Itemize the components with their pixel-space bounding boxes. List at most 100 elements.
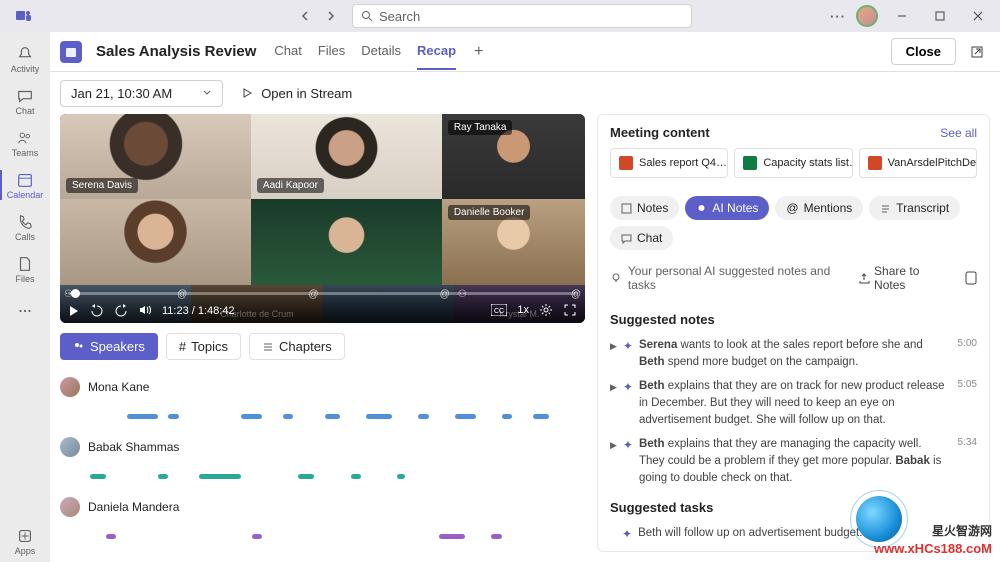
seek-bar[interactable] — [68, 292, 577, 295]
more-button[interactable]: ··· — [830, 9, 846, 24]
speaker-row[interactable]: Mona Kane — [60, 372, 585, 402]
speakers-pill[interactable]: Speakers — [60, 333, 158, 360]
bulb-icon: ✦ — [623, 437, 633, 454]
fullscreen-button[interactable] — [563, 303, 577, 317]
chapters-pill[interactable]: Chapters — [249, 333, 345, 360]
app-rail: Activity Chat Teams Calendar Calls Files… — [0, 32, 50, 562]
transcript-tab[interactable]: Transcript — [869, 196, 960, 220]
avatar — [60, 377, 80, 397]
rail-files[interactable]: Files — [0, 248, 50, 290]
timestamp: 5:05 — [958, 378, 977, 393]
skip-forward-button[interactable] — [114, 303, 128, 317]
speaker-row[interactable]: Babak Shammas — [60, 432, 585, 462]
tab-recap[interactable]: Recap — [417, 33, 456, 70]
file-card[interactable]: VanArsdelPitchDe… — [859, 148, 977, 178]
nav-back-button[interactable] — [294, 5, 316, 27]
notes-tab[interactable]: Notes — [610, 196, 679, 220]
speaker-row[interactable]: Daniela Mandera — [60, 492, 585, 522]
stream-icon — [241, 86, 255, 100]
list-icon — [262, 341, 274, 353]
participant-tile: Serena Davis — [60, 114, 251, 199]
date-selector[interactable]: Jan 21, 10:30 AM — [60, 80, 223, 107]
share-to-notes-link[interactable]: Share to Notes — [859, 264, 953, 292]
at-icon: @ — [786, 201, 798, 215]
bulb-icon — [610, 272, 622, 284]
ellipsis-icon — [16, 302, 34, 320]
expand-icon[interactable]: ▶ — [610, 439, 617, 452]
page-title: Sales Analysis Review — [96, 43, 256, 60]
suggested-notes-heading: Suggested notes — [610, 312, 977, 327]
tab-files[interactable]: Files — [318, 33, 345, 70]
window-minimize-button[interactable] — [888, 2, 916, 30]
video-controls: 11:23 / 1:48:42 CC 1x — [60, 283, 585, 323]
avatar — [60, 437, 80, 457]
rail-calls[interactable]: Calls — [0, 206, 50, 248]
speaker-timeline[interactable] — [64, 474, 585, 480]
bulb-icon: ✦ — [622, 526, 632, 543]
powerpoint-icon — [868, 156, 882, 170]
window-close-button[interactable] — [964, 2, 992, 30]
topics-pill[interactable]: #Topics — [166, 333, 241, 360]
add-tab-button[interactable]: + — [470, 43, 487, 61]
speaker-timeline[interactable] — [64, 534, 585, 540]
volume-button[interactable] — [138, 303, 152, 317]
video-time: 11:23 / 1:48:42 — [162, 305, 235, 317]
nav-forward-button[interactable] — [320, 5, 342, 27]
task-item[interactable]: ✦ Beth will follow up on advertisement b… — [610, 521, 977, 547]
rail-more[interactable] — [0, 290, 50, 332]
search-icon — [361, 10, 373, 22]
rail-chat[interactable]: Chat — [0, 80, 50, 122]
play-button[interactable] — [68, 305, 80, 317]
bulb-icon: ✦ — [623, 338, 633, 355]
task-item[interactable]: ✦ Jon Shammas will doublerelease of the … — [610, 548, 977, 551]
speaker-name: Babak Shammas — [88, 440, 179, 454]
ai-notes-tab[interactable]: AI Notes — [685, 196, 769, 220]
file-card[interactable]: Sales report Q4… — [610, 148, 728, 178]
expand-icon[interactable]: ▶ — [610, 340, 617, 353]
excel-icon — [743, 156, 757, 170]
meeting-video[interactable]: Serena Davis Aadi Kapoor Ray Tanaka Dani… — [60, 114, 585, 323]
open-in-stream-link[interactable]: Open in Stream — [233, 81, 360, 106]
speaker-timeline[interactable] — [64, 414, 585, 420]
tab-chat[interactable]: Chat — [274, 33, 301, 70]
rail-activity[interactable]: Activity — [0, 38, 50, 80]
note-icon — [621, 203, 632, 214]
see-all-link[interactable]: See all — [940, 126, 977, 140]
rail-calendar[interactable]: Calendar — [0, 164, 50, 206]
close-button[interactable]: Close — [891, 38, 956, 65]
search-placeholder: Search — [379, 9, 420, 24]
mentions-tab[interactable]: @Mentions — [775, 196, 863, 220]
skip-back-button[interactable] — [90, 303, 104, 317]
participant-tile: Danielle Booker — [442, 199, 585, 284]
participant-tile — [251, 199, 442, 284]
ai-notes-hint: Your personal AI suggested notes and tas… — [628, 264, 859, 292]
rail-apps[interactable]: Apps — [0, 520, 50, 562]
speed-button[interactable]: 1x — [517, 304, 529, 316]
file-icon — [16, 255, 34, 273]
file-card[interactable]: Capacity stats list… — [734, 148, 852, 178]
bulb-icon — [696, 203, 707, 214]
people-icon — [16, 129, 34, 147]
suggested-tasks-heading: Suggested tasks — [610, 500, 977, 515]
note-item[interactable]: ▶ ✦ Serena wants to look at the sales re… — [610, 333, 977, 374]
tab-details[interactable]: Details — [361, 33, 401, 70]
settings-button[interactable] — [539, 303, 553, 317]
expand-icon[interactable]: ▶ — [610, 381, 617, 394]
user-avatar[interactable] — [856, 5, 878, 27]
note-item[interactable]: ▶ ✦ Beth explains that they are on track… — [610, 374, 977, 432]
chat-tab-panel[interactable]: Chat — [610, 226, 673, 250]
device-icon[interactable] — [965, 271, 977, 285]
date-value: Jan 21, 10:30 AM — [71, 86, 172, 101]
search-input[interactable]: Search — [352, 4, 692, 28]
participant-tile — [60, 199, 251, 284]
bulb-icon: ✦ — [623, 379, 633, 396]
people-icon — [73, 341, 85, 353]
cc-button[interactable]: CC — [491, 304, 507, 316]
note-item[interactable]: ▶ ✦ Beth explains that they are managing… — [610, 432, 977, 490]
rail-teams[interactable]: Teams — [0, 122, 50, 164]
share-icon — [859, 273, 870, 284]
popout-button[interactable] — [964, 39, 990, 65]
speaker-name: Mona Kane — [88, 380, 149, 394]
window-maximize-button[interactable] — [926, 2, 954, 30]
timestamp: 5:00 — [958, 337, 977, 352]
